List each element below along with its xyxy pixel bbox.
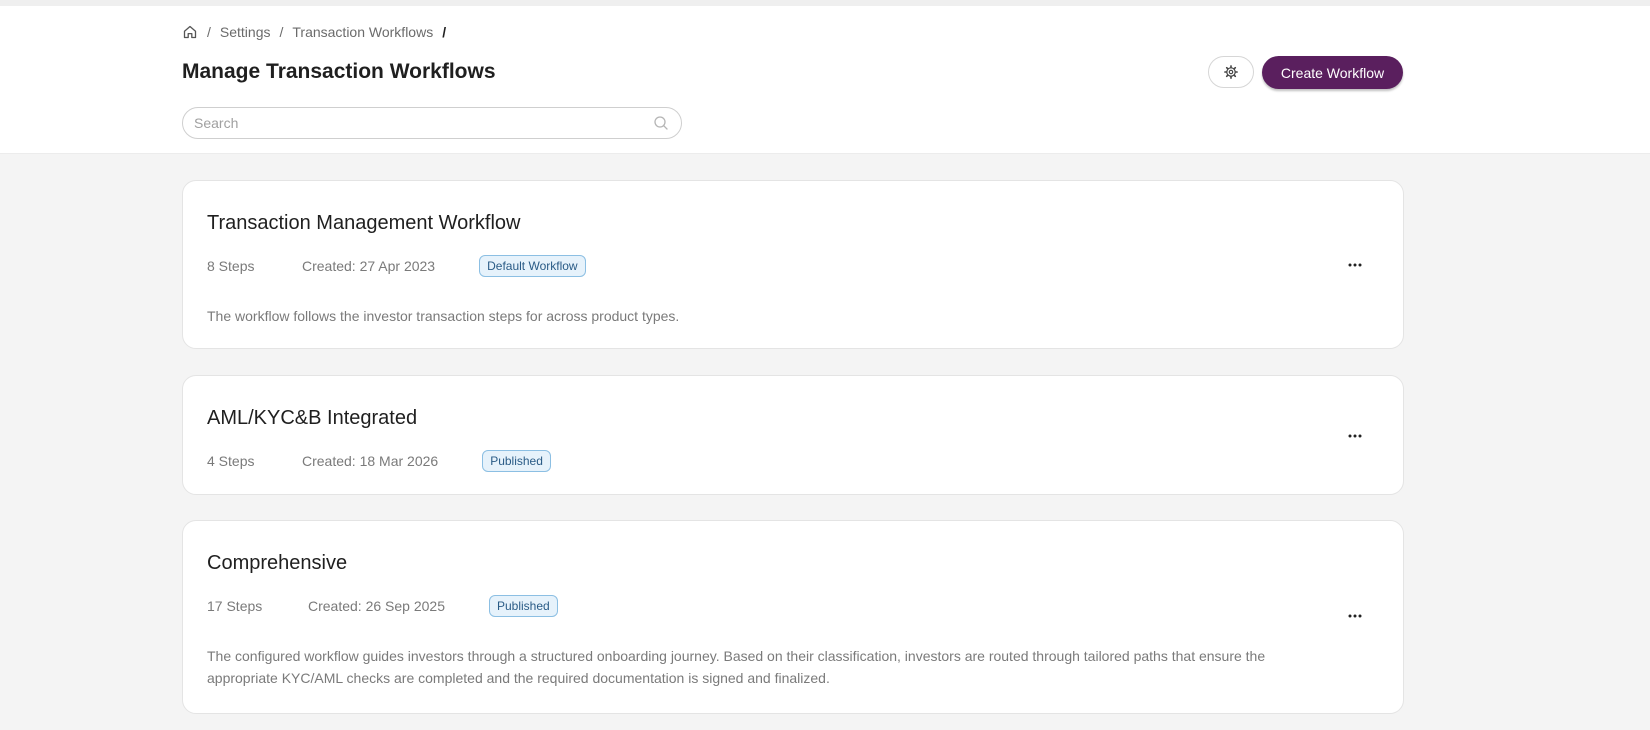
workflow-title: AML/KYC&B Integrated — [207, 407, 418, 429]
settings-button[interactable] — [1208, 56, 1254, 88]
more-horizontal-icon — [1348, 614, 1362, 618]
workflow-steps: 4 Steps — [207, 453, 255, 469]
more-options-button[interactable] — [1345, 257, 1365, 273]
more-horizontal-icon — [1348, 434, 1362, 438]
workflow-card[interactable]: AML/KYC&B Integrated 4 Steps Created: 18… — [182, 375, 1404, 495]
workflow-card[interactable]: Comprehensive 17 Steps Created: 26 Sep 2… — [182, 520, 1404, 714]
breadcrumb-separator: / — [207, 24, 211, 40]
breadcrumb: / Settings / Transaction Workflows / — [182, 24, 455, 40]
home-icon[interactable] — [182, 24, 198, 40]
breadcrumb-separator: / — [279, 24, 284, 40]
workflow-title: Transaction Management Workflow — [207, 212, 521, 234]
breadcrumb-separator: / — [442, 24, 447, 40]
workflow-meta: 8 Steps Created: 27 Apr 2023 Default Wor… — [207, 255, 586, 277]
search-icon[interactable] — [653, 115, 669, 131]
more-options-button[interactable] — [1345, 428, 1365, 444]
breadcrumb-transaction-workflows[interactable]: Transaction Workflows — [292, 24, 433, 40]
workflow-created-date: Created: 26 Sep 2025 — [308, 598, 445, 614]
workflow-meta: 4 Steps Created: 18 Mar 2026 Published — [207, 450, 551, 472]
page-header: / Settings / Transaction Workflows / Man… — [0, 6, 1650, 154]
workflow-meta: 17 Steps Created: 26 Sep 2025 Published — [207, 595, 558, 617]
more-options-button[interactable] — [1345, 608, 1365, 624]
page-title: Manage Transaction Workflows — [182, 60, 496, 83]
workflow-title: Comprehensive — [207, 552, 348, 574]
create-workflow-button[interactable]: Create Workflow — [1262, 56, 1403, 89]
search-input[interactable] — [183, 108, 653, 138]
breadcrumb-settings[interactable]: Settings — [220, 24, 271, 40]
workflow-description: The configured workflow guides investors… — [207, 648, 1266, 686]
workflow-steps: 8 Steps — [207, 258, 255, 274]
workflow-card[interactable]: Transaction Management Workflow 8 Steps … — [182, 180, 1404, 349]
workflow-description: The workflow follows the investor transa… — [207, 308, 680, 324]
more-horizontal-icon — [1348, 263, 1362, 267]
search-box[interactable] — [182, 107, 682, 139]
gear-icon — [1224, 65, 1238, 79]
status-badge: Published — [489, 595, 558, 617]
workflow-created-date: Created: 27 Apr 2023 — [302, 258, 436, 274]
status-badge: Published — [482, 450, 551, 472]
workflow-steps: 17 Steps — [207, 598, 263, 614]
status-badge: Default Workflow — [479, 255, 586, 277]
workflow-created-date: Created: 18 Mar 2026 — [302, 453, 439, 469]
